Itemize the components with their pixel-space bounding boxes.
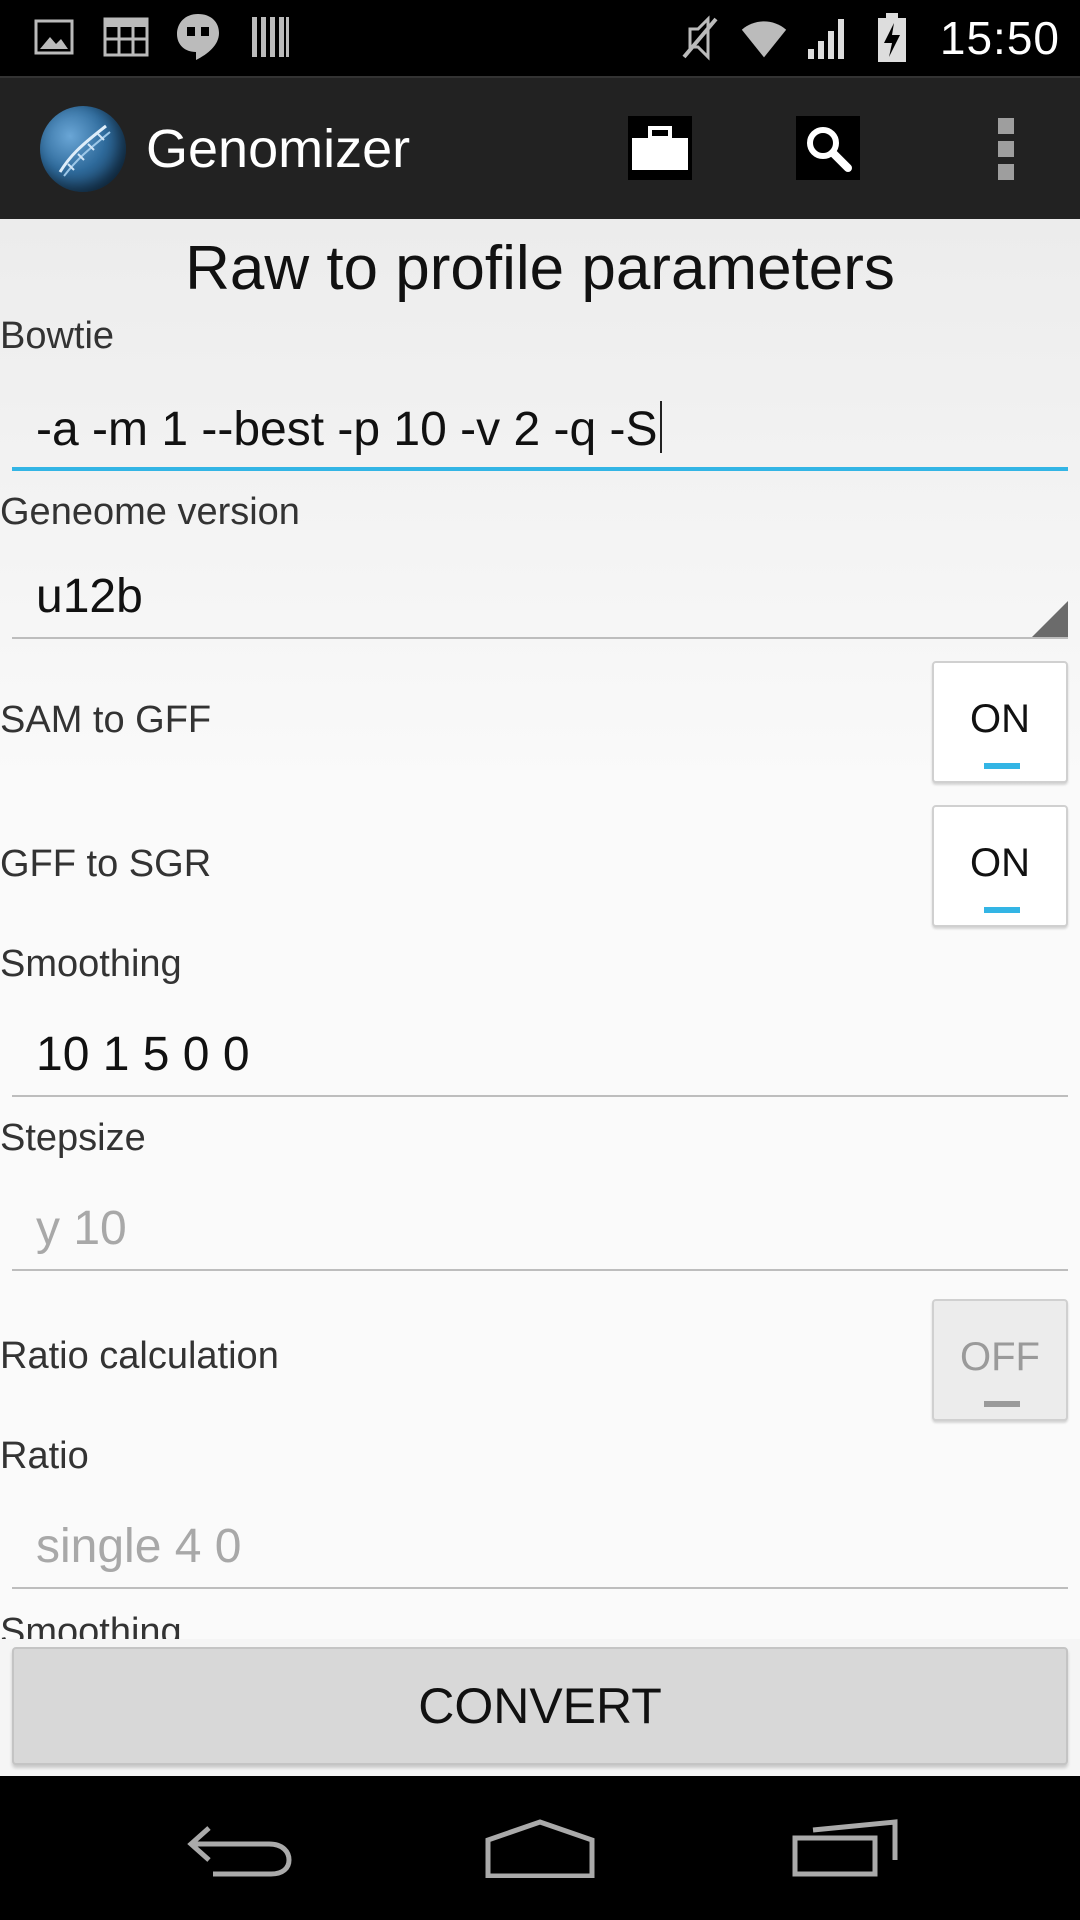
dropdown-triangle-icon [1032,601,1068,637]
wifi-icon [740,13,788,63]
grid-icon [102,12,150,62]
genome-version-value: u12b [36,570,143,623]
gff-to-sgr-label: GFF to SGR [0,843,212,885]
app-title: Genomizer [146,119,411,179]
ratio-calculation-state: OFF [960,1335,1040,1379]
back-icon[interactable] [170,1806,310,1890]
stepsize-placeholder: y 10 [36,1202,127,1255]
image-icon [30,12,78,62]
search-icon[interactable] [796,116,860,180]
signal-icon [804,13,852,63]
genome-version-spinner[interactable]: u12b [12,561,1068,639]
ratio-label: Ratio [0,1435,89,1477]
hangouts-icon [174,12,222,62]
toggle-indicator [984,1401,1020,1407]
recent-apps-icon[interactable] [776,1806,916,1890]
bowtie-value: -a -m 1 --best -p 10 -v 2 -q -S [36,401,662,457]
ratio-input[interactable]: single 4 0 [12,1511,1068,1589]
action-bar: Genomizer [0,76,1080,219]
app-logo-icon[interactable] [40,106,126,192]
ratio-calculation-label: Ratio calculation [0,1335,279,1377]
smoothing-2-label: Smoothing [0,1611,182,1639]
genome-version-label: Geneome version [0,491,300,533]
barcode-icon [246,12,294,62]
ratio-calculation-toggle[interactable]: OFF [932,1299,1068,1421]
battery-charging-icon [868,13,916,63]
gff-to-sgr-state: ON [970,841,1030,885]
muted-icon [676,13,724,63]
clock: 15:50 [939,12,1060,64]
overflow-menu-icon[interactable] [996,118,1016,180]
bowtie-input[interactable]: -a -m 1 --best -p 10 -v 2 -q -S [12,393,1068,471]
sam-to-gff-toggle[interactable]: ON [932,661,1068,783]
briefcase-icon[interactable] [628,116,692,180]
sam-to-gff-state: ON [970,697,1030,741]
smoothing-label: Smoothing [0,943,182,985]
page-title: Raw to profile parameters [185,234,895,303]
status-bar: 15:50 [0,0,1080,76]
gff-to-sgr-toggle[interactable]: ON [932,805,1068,927]
sam-to-gff-label: SAM to GFF [0,699,212,741]
ratio-placeholder: single 4 0 [36,1520,242,1573]
smoothing-input[interactable]: 10 1 5 0 0 [12,1019,1068,1097]
stepsize-input[interactable]: y 10 [12,1193,1068,1271]
form-scroll-area[interactable]: Raw to profile parameters Bowtie -a -m 1… [0,219,1080,1639]
convert-bar: CONVERT [0,1639,1080,1776]
smoothing-value: 10 1 5 0 0 [36,1028,250,1081]
navigation-bar [0,1776,1080,1920]
convert-button[interactable]: CONVERT [12,1647,1068,1765]
stepsize-label: Stepsize [0,1117,146,1159]
toggle-indicator [984,763,1020,769]
text-caret [659,401,662,453]
toggle-indicator [984,907,1020,913]
home-icon[interactable] [470,1806,610,1890]
bowtie-label: Bowtie [0,315,115,357]
